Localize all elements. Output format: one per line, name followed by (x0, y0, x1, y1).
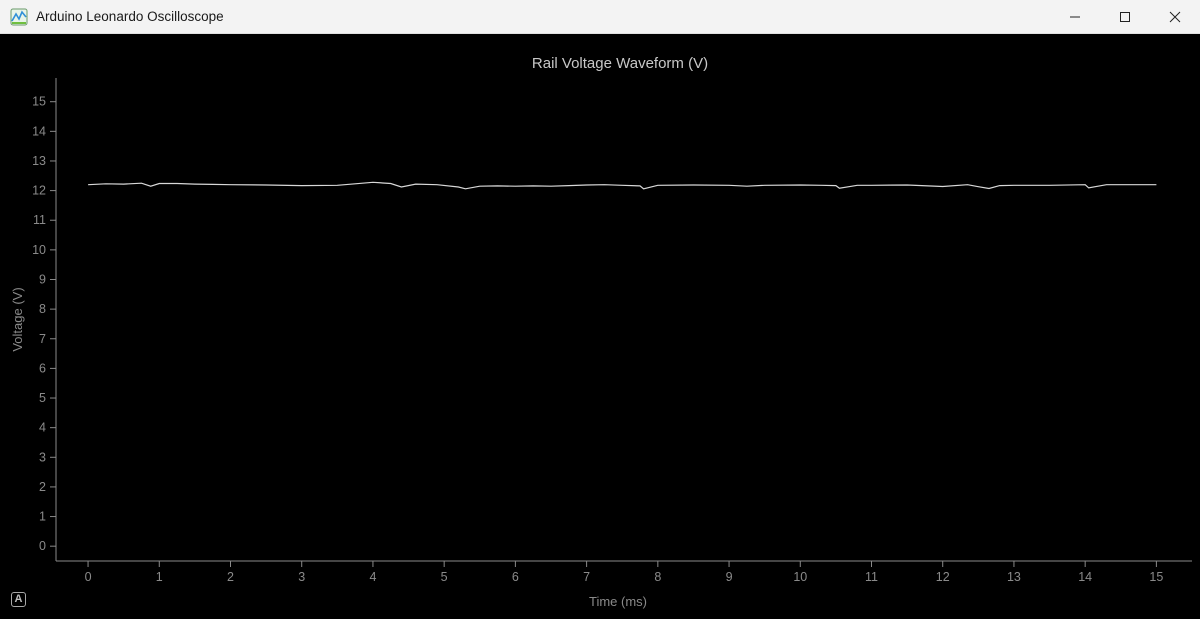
title-bar: Arduino Leonardo Oscilloscope (0, 0, 1200, 34)
y-tick-label: 8 (39, 302, 46, 316)
x-tick-label: 6 (512, 570, 519, 584)
waveform-chart: Rail Voltage Waveform (V)012345678910111… (10, 55, 1192, 609)
y-tick-label: 6 (39, 361, 46, 375)
x-tick-label: 12 (936, 570, 950, 584)
window-title: Arduino Leonardo Oscilloscope (36, 9, 224, 24)
y-tick-label: 15 (32, 95, 46, 109)
x-tick-label: 0 (85, 570, 92, 584)
x-tick-label: 4 (369, 570, 376, 584)
x-tick-label: 5 (441, 570, 448, 584)
y-tick-label: 2 (39, 480, 46, 494)
app-icon (10, 8, 28, 25)
y-tick-label: 5 (39, 391, 46, 405)
y-tick-label: 0 (39, 539, 46, 553)
y-tick-label: 12 (32, 184, 46, 198)
y-tick-label: 4 (39, 421, 46, 435)
window-controls (1050, 0, 1200, 33)
chart-title: Rail Voltage Waveform (V) (532, 55, 708, 72)
maximize-icon (1120, 11, 1130, 22)
y-tick-label: 1 (39, 510, 46, 524)
minimize-icon (1070, 16, 1080, 17)
y-tick-label: 10 (32, 243, 46, 257)
y-tick-label: 7 (39, 332, 46, 346)
x-axis-label: Time (ms) (589, 594, 647, 609)
y-tick-label: 13 (32, 154, 46, 168)
x-tick-label: 2 (227, 570, 234, 584)
y-tick-label: 9 (39, 272, 46, 286)
x-tick-label: 10 (793, 570, 807, 584)
y-tick-label: 14 (32, 124, 46, 138)
x-tick-label: 8 (654, 570, 661, 584)
x-tick-label: 11 (865, 570, 878, 584)
voltage-trace (88, 181, 1157, 190)
y-tick-label: 3 (39, 450, 46, 464)
auto-range-button[interactable]: A (11, 592, 26, 607)
y-axis-label: Voltage (V) (10, 287, 25, 351)
maximize-button[interactable] (1100, 0, 1150, 33)
x-tick-label: 3 (298, 570, 305, 584)
minimize-button[interactable] (1050, 0, 1100, 33)
close-icon (1169, 11, 1181, 22)
y-tick-label: 11 (33, 213, 46, 227)
x-tick-label: 9 (726, 570, 733, 584)
close-button[interactable] (1150, 0, 1200, 33)
x-tick-label: 7 (583, 570, 590, 584)
plot-area[interactable]: Rail Voltage Waveform (V) 0 1 2 3 4 5 6 7 8 9 10 11 1… (0, 34, 1200, 619)
x-tick-label: 15 (1149, 570, 1163, 584)
x-tick-label: 13 (1007, 570, 1021, 584)
x-tick-label: 14 (1078, 570, 1092, 584)
x-tick-label: 1 (156, 570, 163, 584)
